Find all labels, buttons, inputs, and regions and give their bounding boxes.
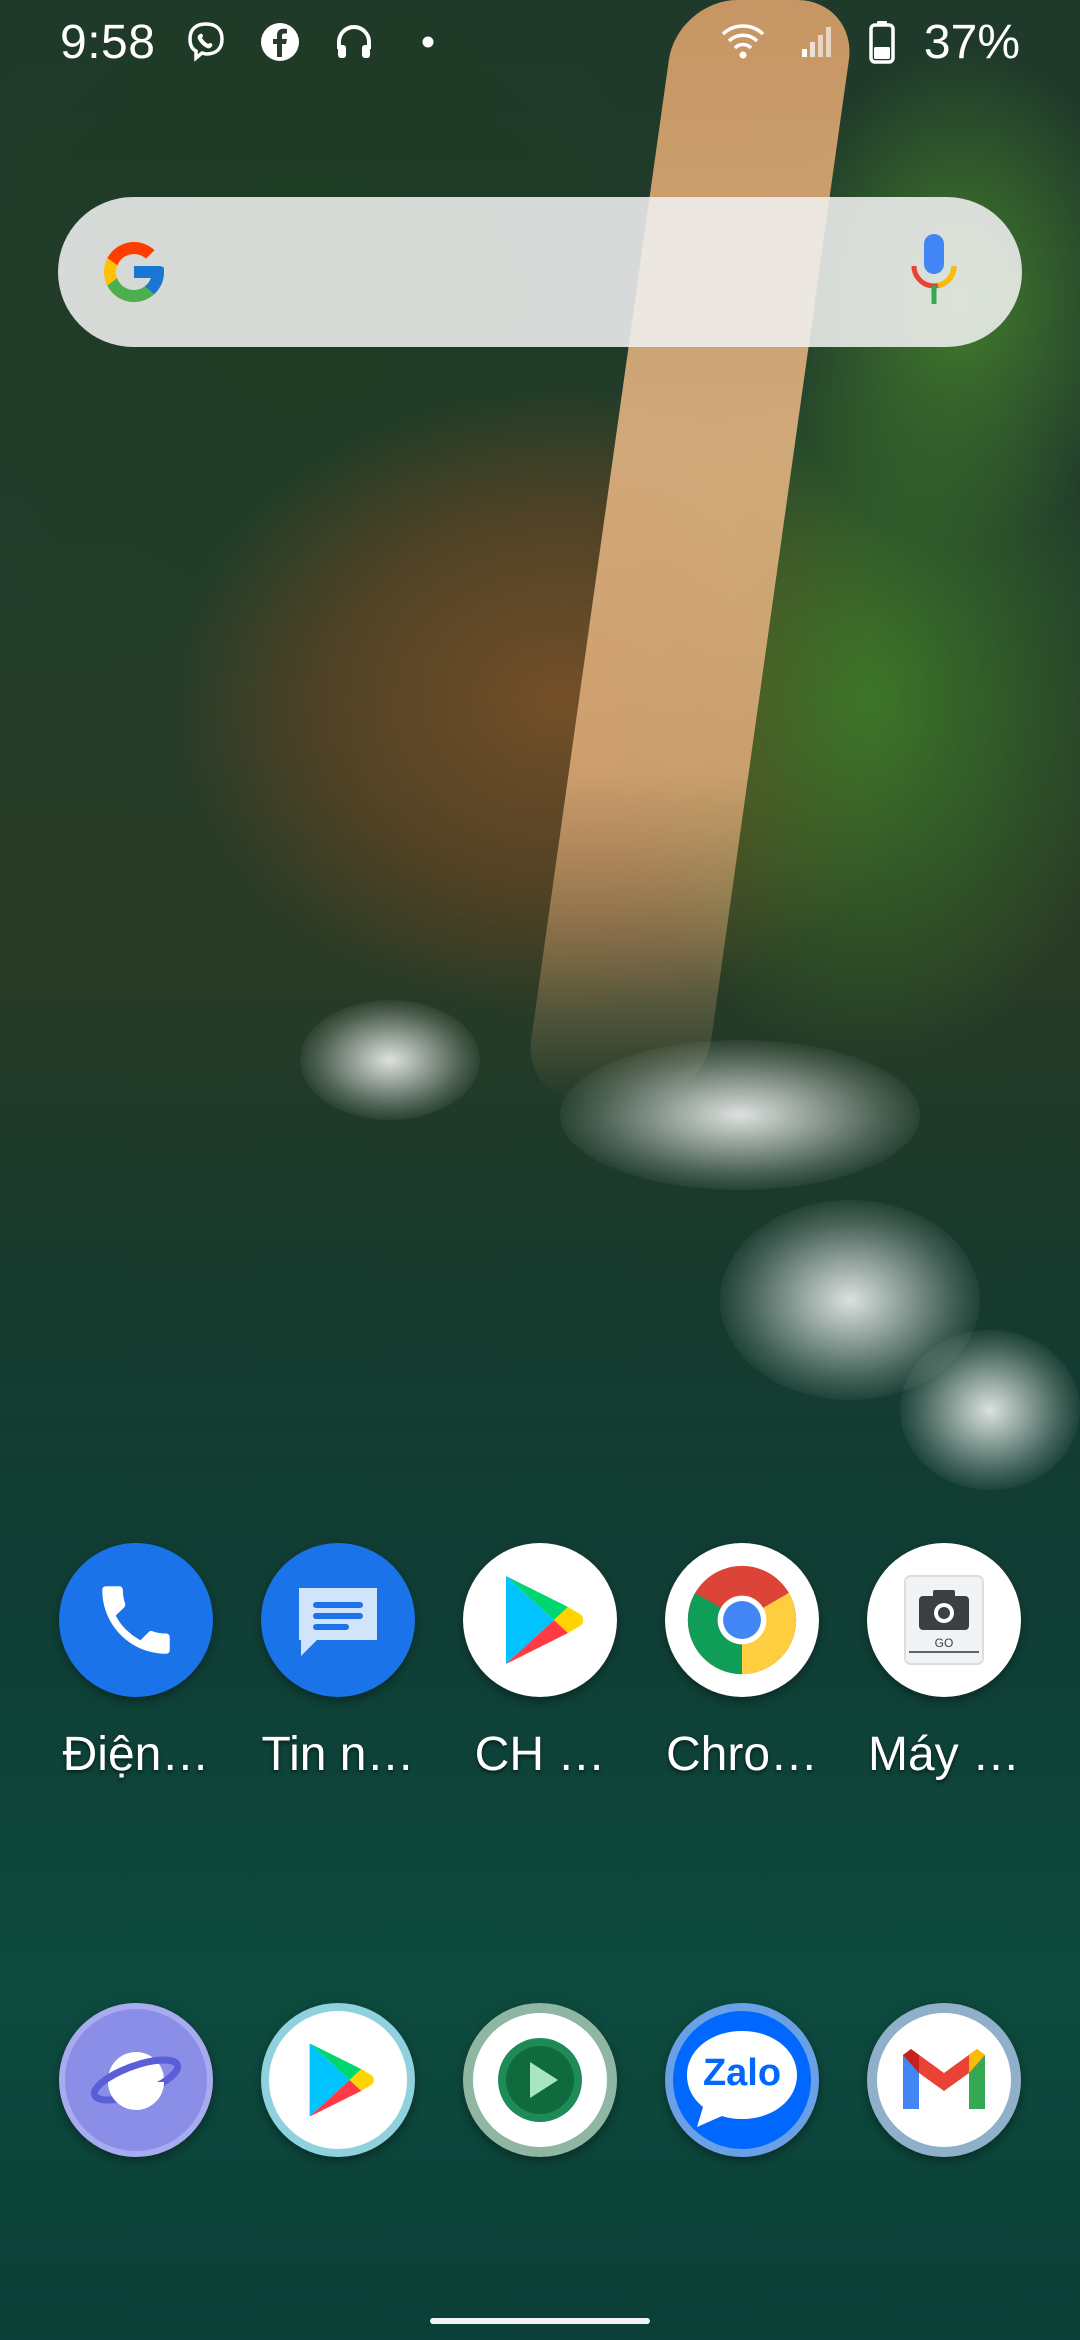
app-samsung-internet[interactable] xyxy=(36,2003,236,2157)
google-g-icon xyxy=(98,236,170,308)
facebook-icon xyxy=(257,19,303,65)
app-label: Máy … xyxy=(867,1728,1020,1781)
clock: 9:58 xyxy=(60,15,156,69)
navigation-gesture-handle[interactable] xyxy=(430,2318,650,2324)
wallpaper-surf xyxy=(300,1000,480,1120)
play-store-icon xyxy=(463,1543,617,1697)
app-phone[interactable]: Điện… xyxy=(36,1543,236,1782)
app-play-store[interactable]: CH … xyxy=(440,1543,640,1782)
zalo-icon: Zalo xyxy=(665,2003,819,2157)
battery-percentage: 37% xyxy=(923,15,1020,69)
camera-go-badge: GO xyxy=(935,1636,954,1650)
phone-icon xyxy=(59,1543,213,1697)
play-store-icon xyxy=(261,2003,415,2157)
wallpaper xyxy=(0,0,1080,2340)
mic-icon[interactable] xyxy=(906,232,962,312)
gmail-icon xyxy=(867,2003,1021,2157)
home-app-row: Điện… Tin n… CH … Chro… GO Máy … xyxy=(0,1543,1080,1803)
google-search-bar[interactable] xyxy=(58,197,1022,347)
app-gmail[interactable] xyxy=(844,2003,1044,2157)
messages-icon xyxy=(261,1543,415,1697)
status-left: 9:58 xyxy=(60,15,451,70)
app-label: Điện… xyxy=(62,1728,210,1781)
signal-icon xyxy=(794,19,840,65)
app-zalo[interactable]: Zalo xyxy=(642,2003,842,2157)
wallpaper-surf xyxy=(560,1040,920,1190)
app-label: Tin n… xyxy=(261,1728,415,1781)
app-camera-go[interactable]: GO Máy … xyxy=(844,1543,1044,1782)
viber-icon xyxy=(183,19,229,65)
app-chrome[interactable]: Chro… xyxy=(642,1543,842,1782)
app-video-player[interactable] xyxy=(440,2003,640,2157)
chrome-icon xyxy=(665,1543,819,1697)
app-play-store-dock[interactable] xyxy=(238,2003,438,2157)
samsung-internet-icon xyxy=(59,2003,213,2157)
status-bar: 9:58 37% xyxy=(0,0,1080,84)
wifi-icon xyxy=(720,19,766,65)
app-label: CH … xyxy=(474,1728,606,1781)
status-right: 37% xyxy=(720,15,1020,70)
dot-icon xyxy=(405,19,451,65)
battery-icon xyxy=(868,19,896,65)
video-player-icon xyxy=(463,2003,617,2157)
wallpaper-surf xyxy=(900,1330,1080,1490)
headphones-icon xyxy=(331,19,377,65)
dock: Zalo xyxy=(0,2003,1080,2263)
zalo-logo-text: Zalo xyxy=(703,2052,781,2094)
app-label: Chro… xyxy=(665,1728,819,1781)
camera-go-icon: GO xyxy=(867,1543,1021,1697)
app-messages[interactable]: Tin n… xyxy=(238,1543,438,1782)
